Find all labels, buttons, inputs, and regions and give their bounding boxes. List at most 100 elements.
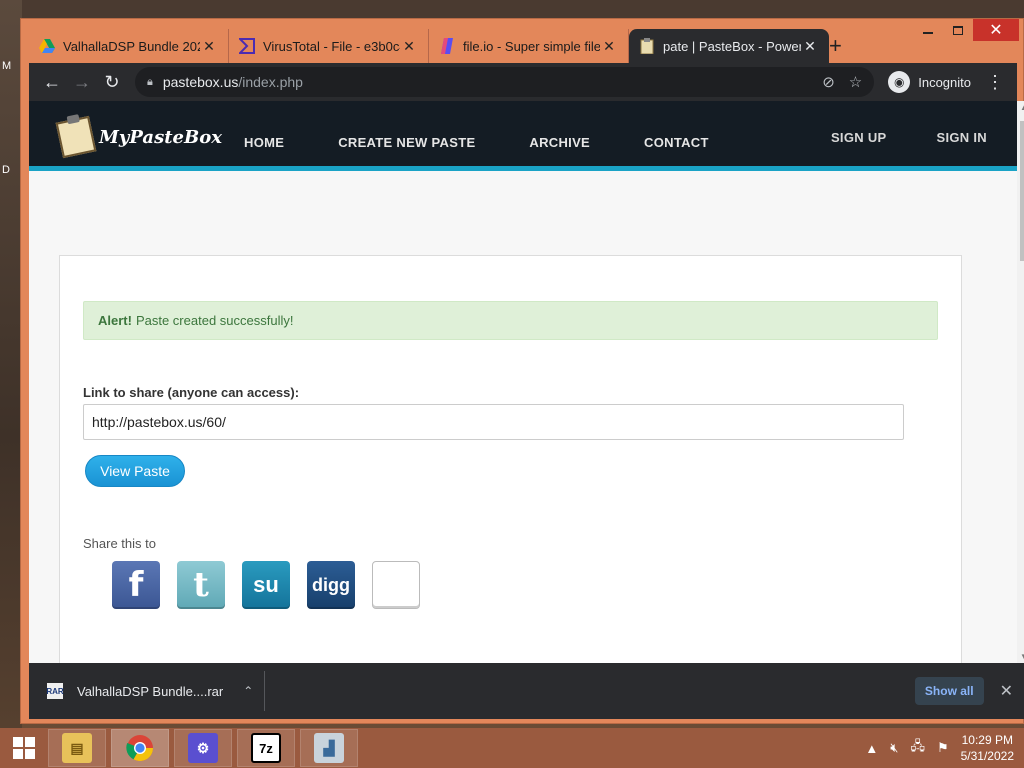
show-all-button[interactable]: Show all [914, 677, 984, 705]
nav-sign-in[interactable]: SIGN IN [937, 130, 988, 145]
tab-title: pate | PasteBox - Powerful [663, 38, 801, 54]
taskbar: ▤ ⚙ 7z ▟ ▲ 🔇︎ 🖧︎ ⚑ 10:29 PM 5/31/2022 [0, 728, 1024, 768]
delicious-icon[interactable] [372, 561, 420, 609]
taskbar-chrome[interactable] [111, 729, 169, 767]
monitor-chart-icon: ▟ [314, 733, 344, 763]
clock-date: 5/31/2022 [960, 749, 1014, 763]
account-nav: SIGN UP SIGN IN [781, 130, 987, 145]
new-tab-button[interactable]: + [829, 29, 842, 63]
fileio-icon [439, 38, 455, 54]
tab-valhalla[interactable]: ValhallaDSP Bundle 2021 ✕ [29, 29, 229, 63]
logo-text: MyPasteBox [99, 126, 222, 148]
tab-title: VirusTotal - File - e3b0c4 [263, 38, 400, 54]
share-link-input[interactable] [83, 404, 904, 440]
site-logo[interactable]: MyPasteBox [55, 115, 222, 159]
taskbar-settings[interactable]: ⚙ [174, 729, 232, 767]
windows-logo-icon [13, 737, 35, 759]
twitter-icon[interactable]: t [177, 561, 225, 609]
nav-home[interactable]: HOME [244, 135, 284, 150]
system-tray: ▲ 🔇︎ 🖧︎ ⚑ 10:29 PM 5/31/2022 [865, 732, 1024, 764]
url-host: pastebox.us [162, 74, 239, 90]
tab-pastebox[interactable]: pate | PasteBox - Powerful ✕ [629, 29, 829, 63]
bookmark-star-icon[interactable]: ☆ [849, 73, 862, 91]
share-icons: f t su digg [112, 561, 420, 609]
rar-file-icon: RAR [46, 683, 64, 699]
incognito-label: Incognito [918, 74, 971, 90]
clipboard-icon [639, 38, 655, 54]
tab-title: ValhallaDSP Bundle 2021 [63, 38, 200, 54]
page-scrollbar[interactable]: ▲ ▼ [1017, 101, 1024, 663]
gear-icon: ⚙ [188, 733, 218, 763]
nav-sign-up[interactable]: SIGN UP [831, 130, 887, 145]
alert-message: Paste created successfully! [135, 313, 294, 328]
drive-icon [39, 38, 55, 54]
browser-menu-button[interactable]: ⋮ [981, 72, 1009, 93]
digg-icon[interactable]: digg [307, 561, 355, 609]
speaker-muted-icon[interactable]: 🔇︎ [890, 740, 898, 756]
minimize-icon [923, 32, 933, 34]
chevron-up-icon[interactable]: ▲ [865, 741, 878, 756]
tracking-eye-off-icon[interactable]: ⊘ [822, 73, 835, 91]
page-viewport: MyPasteBox HOME CREATE NEW PASTE ARCHIVE… [29, 101, 1017, 663]
content-card: Alert! Paste created successfully! Link … [59, 255, 962, 663]
arrow-right-icon: → [73, 71, 91, 92]
desktop-background-left: M D [0, 0, 22, 728]
back-button[interactable]: ← [37, 67, 67, 97]
url-path: /index.php [238, 74, 303, 90]
scrollbar-thumb[interactable] [1020, 121, 1024, 261]
taskbar-7zip[interactable]: 7z [237, 729, 295, 767]
download-filename: ValhallaDSP Bundle....rar [77, 683, 224, 699]
main-nav: HOME CREATE NEW PASTE ARCHIVE CONTACT [244, 135, 763, 150]
stumbleupon-icon[interactable]: su [242, 561, 290, 609]
tab-virustotal[interactable]: VirusTotal - File - e3b0c4 ✕ [229, 29, 429, 63]
action-center-flag-icon[interactable]: ⚑ [937, 740, 949, 756]
browser-toolbar: ← → ↻ 🔒︎ pastebox.us/index.php ⊘ ☆ ◉ Inc… [29, 63, 1017, 101]
arrow-left-icon: ← [43, 71, 61, 92]
close-tab-icon[interactable]: ✕ [400, 38, 418, 55]
download-item[interactable]: RAR ValhallaDSP Bundle....rar ⌃ [29, 671, 265, 711]
share-label: Share this to [83, 536, 156, 551]
lock-icon: 🔒︎ [147, 75, 153, 88]
window-controls: ✕ [913, 19, 1019, 47]
start-button[interactable] [0, 728, 48, 768]
network-icon[interactable]: 🖧︎ [910, 737, 925, 759]
7zip-icon: 7z [251, 733, 281, 763]
reload-icon: ↻ [104, 71, 120, 92]
incognito-indicator[interactable]: ◉ Incognito [888, 71, 971, 93]
share-link-label: Link to share (anyone can access): [83, 385, 300, 400]
more-vertical-icon: ⋮ [986, 71, 1004, 92]
taskbar-file-explorer[interactable]: ▤ [48, 729, 106, 767]
facebook-icon[interactable]: f [112, 561, 160, 609]
browser-window: ✕ ValhallaDSP Bundle 2021 ✕ VirusTotal -… [20, 18, 1024, 724]
nav-contact[interactable]: CONTACT [644, 135, 709, 150]
tab-fileio[interactable]: file.io - Super simple file ✕ [429, 29, 629, 63]
desktop-background [22, 0, 1024, 20]
desktop-letter: D [2, 164, 10, 176]
close-tab-icon[interactable]: ✕ [801, 38, 819, 55]
tab-title: file.io - Super simple file [463, 38, 600, 54]
reload-button[interactable]: ↻ [97, 67, 127, 97]
scroll-up-icon[interactable]: ▲ [1020, 103, 1024, 112]
clock-time: 10:29 PM [961, 733, 1013, 747]
site-header: MyPasteBox HOME CREATE NEW PASTE ARCHIVE… [29, 101, 1017, 171]
nav-archive[interactable]: ARCHIVE [529, 135, 590, 150]
taskbar-task-manager[interactable]: ▟ [300, 729, 358, 767]
close-download-bar-icon[interactable]: ✕ [1000, 681, 1013, 701]
alert-strong: Alert! [98, 313, 132, 328]
clock[interactable]: 10:29 PM 5/31/2022 [961, 732, 1014, 764]
clipboard-logo-icon [55, 115, 97, 159]
maximize-icon [953, 25, 963, 35]
close-window-button[interactable]: ✕ [973, 19, 1019, 41]
address-bar[interactable]: 🔒︎ pastebox.us/index.php ⊘ ☆ [135, 67, 875, 97]
nav-create-new-paste[interactable]: CREATE NEW PASTE [338, 135, 475, 150]
close-tab-icon[interactable]: ✕ [200, 38, 218, 55]
chevron-up-icon[interactable]: ⌃ [243, 684, 253, 698]
view-paste-button[interactable]: View Paste [85, 455, 185, 487]
close-tab-icon[interactable]: ✕ [600, 38, 618, 55]
forward-button[interactable]: → [67, 67, 97, 97]
plus-icon: + [829, 33, 842, 58]
maximize-button[interactable] [943, 19, 973, 41]
scroll-down-icon[interactable]: ▼ [1020, 652, 1024, 661]
virustotal-icon [239, 38, 255, 54]
minimize-button[interactable] [913, 19, 943, 41]
